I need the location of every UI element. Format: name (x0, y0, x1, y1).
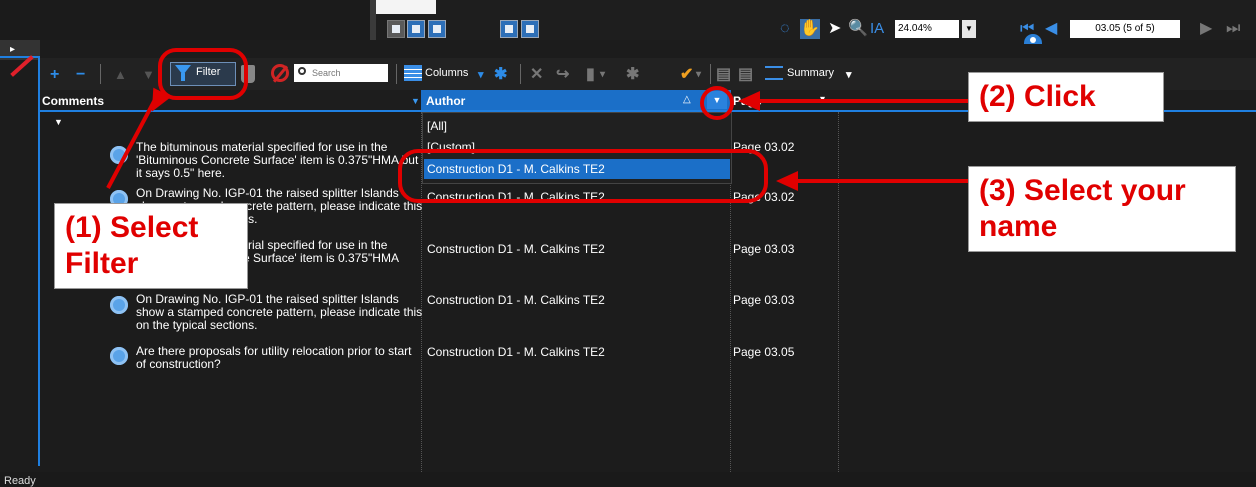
comment-page[interactable]: Page 03.03 (733, 293, 794, 307)
select-cursor-icon[interactable]: ➤ (828, 19, 841, 39)
summary-icon[interactable] (765, 66, 783, 80)
download-icon[interactable] (428, 20, 446, 38)
dropdown-highlight-ring (700, 86, 734, 120)
status-bar (0, 472, 1256, 487)
step1-callout: (1) Select Filter (54, 203, 248, 289)
column-divider (838, 112, 839, 472)
expand-arrow-icon[interactable]: ▸ (10, 44, 15, 55)
comment-text[interactable]: Are there proposals for utility relocati… (136, 345, 424, 371)
top-toolbar-left-panel (0, 0, 370, 40)
text-select-icon[interactable]: IA (870, 19, 884, 39)
comment-status-icon (110, 347, 128, 365)
step3-arrowhead (776, 171, 798, 191)
summary-dropdown-icon[interactable]: ▾ (846, 66, 852, 84)
filter-highlight-ring (158, 48, 248, 100)
fit-width-icon[interactable] (521, 20, 539, 38)
search-input[interactable]: Search (294, 64, 388, 82)
comment-text[interactable]: The bituminous material specified for us… (136, 141, 424, 180)
step2-arrow (748, 99, 968, 103)
panel-border-vertical (38, 56, 40, 466)
comment-status-icon (110, 296, 128, 314)
columns-icon[interactable] (404, 65, 422, 81)
summary-menu[interactable]: Summary (787, 67, 834, 79)
author-highlight-ring (398, 149, 768, 203)
checkmark-icon[interactable]: ✔ (680, 66, 693, 84)
comment-page[interactable]: Page 03.03 (733, 242, 794, 256)
sort-ascending-icon: △ (683, 94, 691, 105)
lasso-icon[interactable]: ◌ (780, 19, 790, 39)
step2-callout: (2) Click (968, 72, 1164, 122)
move-down-icon[interactable]: ▼ (142, 66, 155, 84)
fit-page-icon[interactable] (500, 20, 518, 38)
comment-author[interactable]: Construction D1 - M. Calkins TE2 (427, 242, 605, 256)
zoom-dropdown-button[interactable]: ▼ (962, 20, 976, 38)
comments-filter-arrow-icon[interactable]: ▼ (411, 96, 420, 106)
step3-arrow (790, 179, 970, 183)
filter-option-all[interactable]: [All] (427, 119, 447, 133)
remove-icon[interactable]: − (76, 66, 85, 84)
columns-menu[interactable]: Columns (425, 67, 468, 79)
comment-author[interactable]: Construction D1 - M. Calkins TE2 (427, 293, 605, 307)
last-page-icon[interactable]: ⏭ (1226, 19, 1240, 39)
toolbar-separator (396, 64, 397, 84)
status-light-icon[interactable]: ▮ (586, 66, 595, 84)
zoom-level-field[interactable]: 24.04% (895, 20, 959, 38)
step3-callout: (3) Select your name (968, 166, 1236, 252)
toolbar-separator (100, 64, 101, 84)
next-page-icon[interactable]: ▶ (1200, 19, 1212, 39)
comment-author[interactable]: Construction D1 - M. Calkins TE2 (427, 345, 605, 359)
pan-hand-icon[interactable]: ✋ (800, 19, 820, 39)
group-collapse-icon[interactable]: ▼ (54, 117, 63, 127)
comments-column-header[interactable]: Comments (42, 94, 104, 108)
add-icon[interactable]: + (50, 66, 59, 84)
next-panel-icon[interactable] (407, 20, 425, 38)
reply-icon[interactable]: ↪ (556, 66, 569, 84)
clear-filter-icon[interactable] (271, 64, 289, 82)
check-dropdown-icon[interactable]: ▾ (696, 66, 701, 84)
window-edge (376, 0, 436, 14)
toolbar-separator (520, 64, 521, 84)
settings-gear-icon[interactable]: ✱ (494, 66, 507, 84)
toolbar-separator (710, 64, 711, 84)
previous-page-icon[interactable]: ◀ (1045, 19, 1057, 39)
status-dropdown-icon[interactable]: ▾ (600, 66, 605, 84)
status-text: Ready (4, 475, 36, 487)
comment-text[interactable]: On Drawing No. IGP-01 the raised splitte… (136, 293, 424, 332)
step2-arrowhead (738, 91, 760, 111)
page-number-field[interactable]: 03.05 (5 of 5) (1070, 20, 1180, 38)
zoom-icon[interactable]: 🔍 (848, 19, 868, 39)
export-icon[interactable]: ▤ (738, 66, 753, 84)
close-panel-icon[interactable] (387, 20, 405, 38)
comment-page[interactable]: Page 03.05 (733, 345, 794, 359)
columns-dropdown-icon[interactable]: ▾ (478, 66, 484, 84)
properties-gear-icon[interactable]: ✱ (626, 66, 639, 84)
author-header-label: Author (426, 94, 466, 108)
import-icon[interactable]: ▤ (716, 66, 731, 84)
move-up-icon[interactable]: ▲ (114, 66, 127, 84)
delete-x-icon[interactable]: ✕ (530, 66, 543, 84)
search-icon (298, 67, 306, 75)
